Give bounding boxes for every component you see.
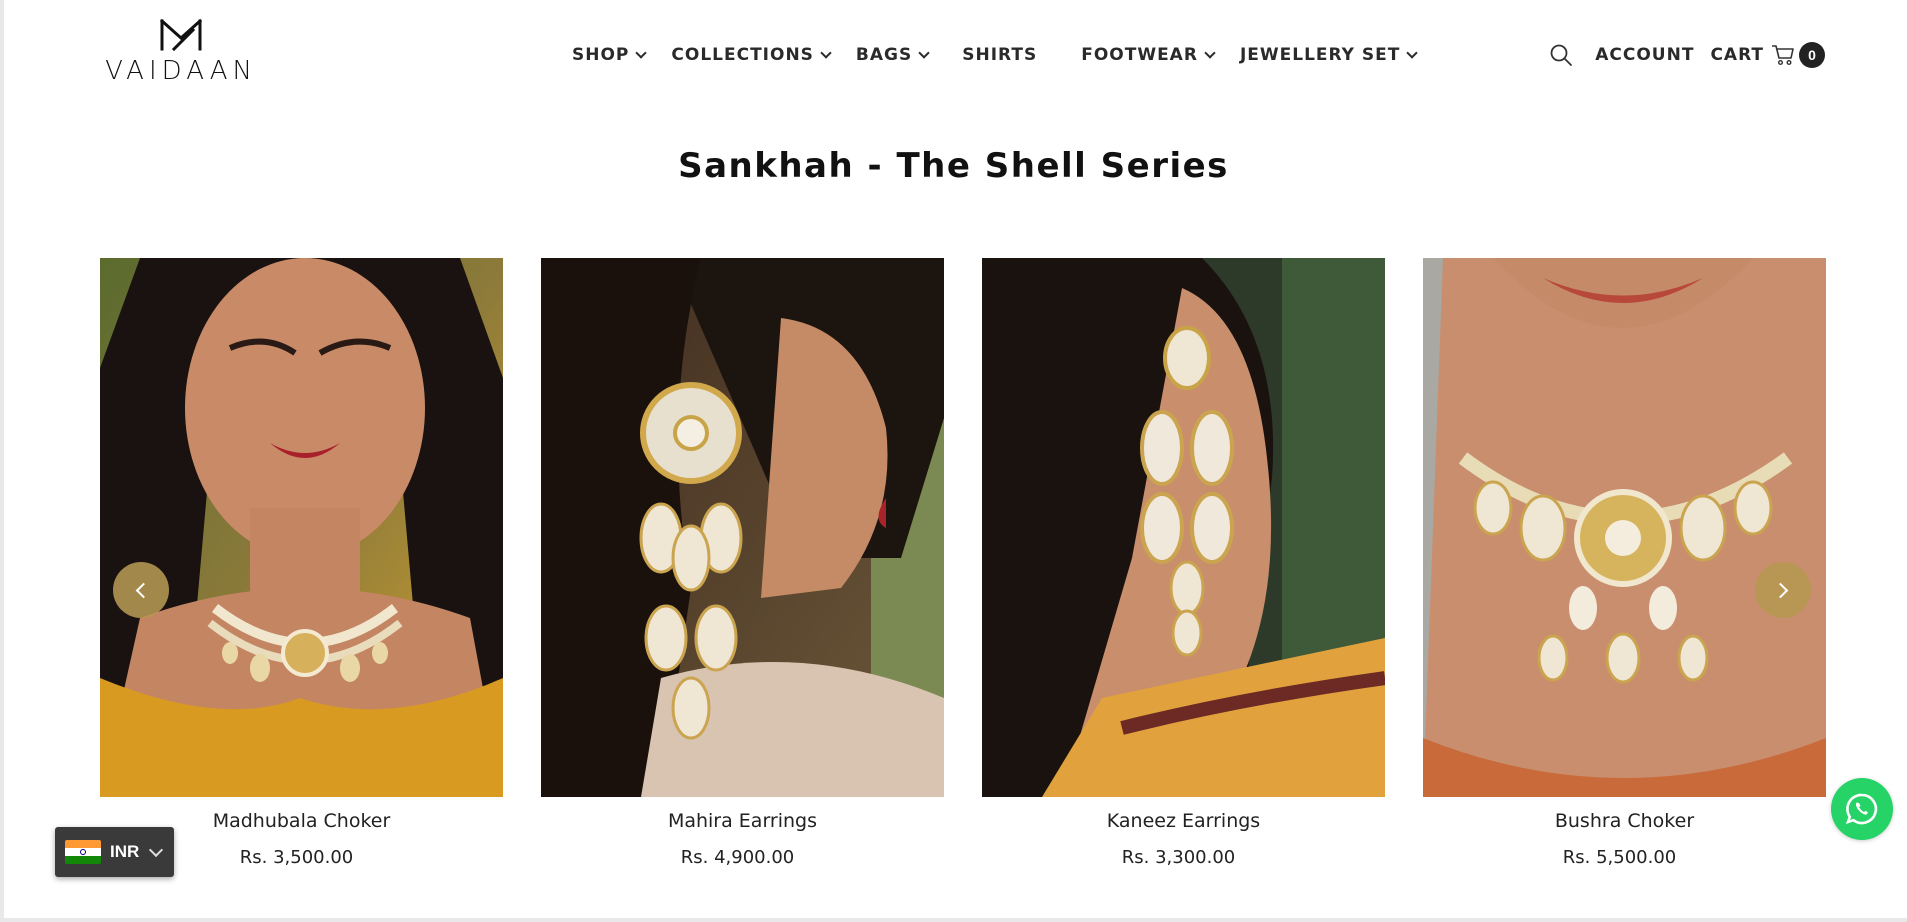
nav-item-label: COLLECTIONS [671,45,814,65]
chevron-down-icon [820,47,832,59]
product-price: Rs. 3,300.00 [1121,847,1236,868]
currency-code: INR [110,842,140,861]
chevron-down-icon [1204,47,1216,59]
nav-item-label: BAGS [855,45,913,65]
product-name[interactable]: Kaneez Earrings [982,810,1385,836]
chevron-right-icon [1772,582,1789,598]
nav-item-bags[interactable]: BAGS [855,45,930,65]
product-carousel: Madhubala Choker Rs. 3,500.00 Mahira Ear… [100,258,1826,878]
product-image[interactable] [100,258,503,797]
brand-logo[interactable]: VAIDAAN [105,18,257,88]
nav-item-footwear[interactable]: FOOTWEAR [1081,45,1216,65]
cart-count-badge: 0 [1799,42,1825,68]
currency-selector[interactable]: INR [55,827,174,877]
chevron-down-icon [635,47,648,59]
product-image[interactable] [1423,258,1826,797]
product-card[interactable]: Madhubala Choker Rs. 3,500.00 [100,258,503,868]
product-price: Rs. 5,500.00 [1562,847,1677,868]
account-link[interactable]: ACCOUNT [1595,45,1694,65]
cart-label: CART [1710,45,1764,65]
whatsapp-icon [1845,793,1878,825]
product-card[interactable]: Kaneez Earrings Rs. 3,300.00 [982,258,1385,868]
product-name[interactable]: Bushra Choker [1423,810,1826,836]
chevron-down-icon [918,47,930,59]
nav-item-label: SHIRTS [962,45,1038,65]
cart-link[interactable]: CART 0 [1710,42,1825,68]
product-card[interactable]: Mahira Earrings Rs. 4,900.00 [541,258,944,868]
section-title: Sankhah - The Shell Series [678,146,1229,186]
product-image[interactable] [982,258,1385,797]
chevron-down-icon [1406,47,1419,59]
product-image[interactable] [541,258,944,797]
nav-item-label: FOOTWEAR [1081,45,1198,65]
whatsapp-chat-button[interactable] [1831,778,1893,840]
chevron-left-icon [135,582,152,598]
product-price: Rs. 4,900.00 [680,847,795,868]
product-name[interactable]: Mahira Earrings [541,810,944,836]
nav-item-jewellery-set[interactable]: JEWELLERY SET [1239,45,1419,65]
nav-item-collections[interactable]: COLLECTIONS [671,45,832,65]
india-flag-icon [65,840,101,864]
nav-item-label: SHOP [572,45,630,65]
search-icon[interactable] [1549,43,1573,67]
cart-icon [1772,45,1794,66]
logo-mark-icon [159,18,203,52]
product-card[interactable]: Bushra Choker Rs. 5,500.00 [1423,258,1826,868]
nav-item-shop[interactable]: SHOP [572,45,648,65]
nav-item-shirts[interactable]: SHIRTS [962,45,1037,65]
header-actions: ACCOUNT CART 0 [1549,40,1825,70]
main-nav: SHOP COLLECTIONS BAGS SHIRTS FOOTWEAR JE… [572,42,1419,68]
carousel-next-button[interactable] [1755,562,1811,618]
logo-text: VAIDAAN [105,56,257,86]
nav-item-label: JEWELLERY SET [1239,45,1401,65]
carousel-prev-button[interactable] [113,562,169,618]
chevron-down-icon [149,842,164,857]
